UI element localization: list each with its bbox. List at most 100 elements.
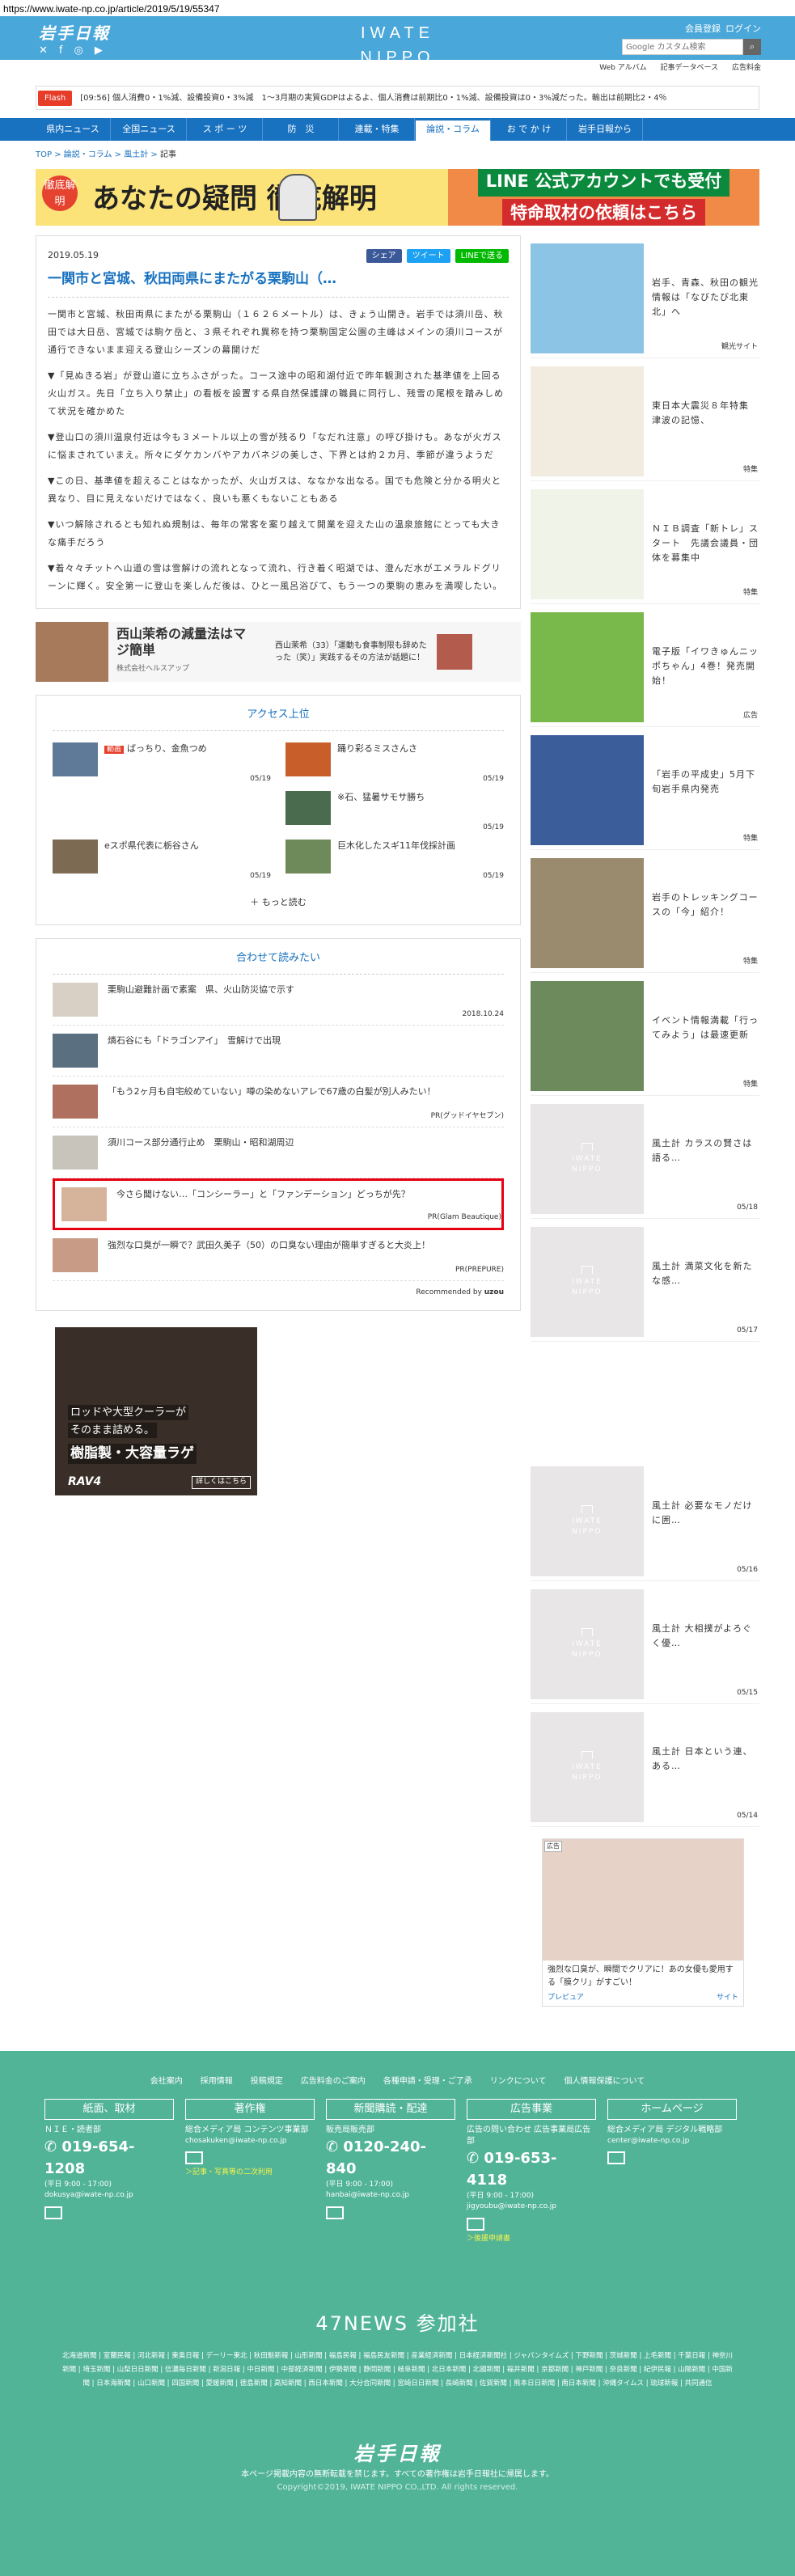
twitter-share-button[interactable]: ツイート [406,249,450,263]
promo-banner[interactable]: 徹底解明 あなたの疑問 徹底解明 LINE 公式アカウントでも受付 特命取材の依… [36,169,759,226]
list-item[interactable]: 踊り彩るミスさんさ 05/19 [285,742,504,791]
subnav-album[interactable]: Web アルバム [599,64,646,72]
thumbnail [61,1187,107,1221]
list-item[interactable]: 燐石谷にも「ドラゴンアイ」 雪解けで出現 [53,1026,504,1077]
search-button[interactable]: ⌕ [743,39,761,55]
address-bar[interactable]: https://www.iwate-np.co.jp/article/2019/… [0,0,795,16]
article-body: 一関市と宮城、秋田両県にまたがる栗駒山（１６２６メートル）は、きょう山開き。岩手… [48,306,509,595]
sidebar-item[interactable]: IWATE NIPPO 風土計 必要なモノだけに囲… 05/16 [531,1458,759,1581]
footer-link[interactable]: 採用情報 [201,2075,233,2087]
banner-request-text: 特命取材の依頼はこちら [502,198,705,226]
twitter-icon[interactable]: ✕ [39,43,48,59]
footer-logo[interactable]: 岩手日報 [0,2439,795,2468]
car-ad[interactable]: ロッドや大型クーラーが そのまま詰める。 樹脂製・大容量ラゲ RAV4 詳しくは… [55,1326,257,1495]
mail-icon[interactable] [185,2151,203,2164]
ad-site-link[interactable]: サイト [717,1993,738,2004]
footer-link[interactable]: 各種申請・受理・ご了承 [383,2075,472,2087]
list-item[interactable]: 「もう2ヶ月も自宅絞めていない」噂の染めないアレで67歳の白髪が別人みたい！ PR… [53,1077,504,1127]
ad-strip[interactable]: 西山茉希の減量法はマジ簡単 株式会社ヘルスアップ 西山茉希（33）「運動も食事制限… [36,621,521,682]
tab-disaster[interactable]: 防 災 [264,118,339,141]
phone-number[interactable]: ✆ 019-653-4118 [467,2147,596,2191]
list-item[interactable]: 巨木化したスギ11年伐採計画 05/19 [285,840,504,888]
subnav-adrates[interactable]: 広告料金 [732,64,761,72]
instagram-icon[interactable]: ◎ [74,43,82,59]
login-link[interactable]: ログイン [725,23,761,36]
line-share-button[interactable]: LINEで送る [455,249,509,263]
subnav-database[interactable]: 記事データベース [661,64,719,72]
ad-more-button[interactable]: 詳しくはこちら [191,1476,251,1489]
mail-icon[interactable] [326,2206,344,2219]
sidebar-item[interactable]: IWATE NIPPO 風土計 日本という連、ある… 05/14 [531,1704,759,1827]
powered-by[interactable]: Recommended by uzou [53,1281,504,1299]
footer-link[interactable]: 会社案内 [150,2075,183,2087]
mail-icon[interactable] [467,2217,484,2231]
access-title: アクセス上位 [53,707,504,731]
ad-sponsor[interactable]: プレピュア [548,1993,584,2004]
sidebar-item[interactable]: 岩手のトレッキングコースの「今」紹介！ 特集 [531,850,759,973]
sidebar-item[interactable]: 東日本大震災８年特集 津波の記憶、 特集 [531,358,759,481]
crumb-editorial[interactable]: 論説・コラム [64,150,112,159]
facebook-icon[interactable]: f [59,43,63,59]
footer-link[interactable]: 個人情報保護について [565,2075,645,2087]
flash-news[interactable]: Flash [09:56] 個人消費0・1%減、設備投資0・3%減 1～3月期の… [36,86,759,110]
sponsorship-link[interactable]: ＞後援申請書 [467,2234,596,2245]
contact-email[interactable]: dokusya@iwate-np.co.jp [44,2190,174,2202]
highlighted-list-item[interactable]: 今さら聞けない…「コンシーラー」と「ファンデーション」どっちが先？ PR(Glam… [53,1178,504,1230]
more-button[interactable]: ＋ もっと読む [53,888,504,913]
footer-link[interactable]: リンクについて [490,2075,547,2087]
tab-outing[interactable]: お で か け [492,118,567,141]
footer-links: 会社案内 採用情報 投稿規定 広告料金のご案内 各種申請・受理・ご了承 リンクに… [0,2075,795,2087]
ad-line: ロッドや大型クーラーが [68,1404,189,1420]
register-link[interactable]: 会員登録 [685,23,721,36]
list-item[interactable]: ※石、猛暑サモサ勝ち 05/19 [285,791,504,840]
tab-editorial[interactable]: 論説・コラム [416,118,491,141]
search-input[interactable] [622,39,743,55]
phone-number[interactable]: ✆ 0120-240-840 [326,2136,455,2180]
placeholder-image: IWATE NIPPO [531,1466,644,1576]
youtube-icon[interactable]: ▶ [95,43,103,59]
footer-link[interactable]: 広告料金のご案内 [301,2075,366,2087]
sidebar-tag: 広告 [742,711,758,720]
sidebar-item[interactable]: 岩手、青森、秋田の観光情報は「なびたび北東北」へ 観光サイト [531,235,759,358]
sidebar-tag: 05/15 [737,1688,758,1697]
contact-email[interactable]: hanbai@iwate-np.co.jp [326,2190,455,2202]
list-item[interactable]: 強烈な口臭が一瞬で？武田久美子（50）の口臭ない理由が簡単すぎると大炎上！ PR(… [53,1230,504,1281]
tab-local-news[interactable]: 県内ニュース [36,118,111,141]
contact-email[interactable]: jigyoubu@iwate-np.co.jp [467,2202,596,2213]
crumb-fudokei[interactable]: 風土計 [124,150,148,159]
tab-national-news[interactable]: 全国ニュース [112,118,187,141]
contact-column: 新聞購読・配達 販売局販売部 ✆ 0120-240-840 (平日 9:00 -… [326,2099,455,2244]
mail-icon[interactable] [607,2151,625,2164]
sidebar-item[interactable]: IWATE NIPPO 風土計 大相撲がよろぐく優… 05/15 [531,1581,759,1704]
sidebar-item[interactable]: 電子版「イワきゅんニッポちゃん」4巻！発売開始！ 広告 [531,604,759,727]
facebook-share-button[interactable]: シェア [366,249,402,263]
tab-from-nippo[interactable]: 岩手日報から [568,118,643,141]
tab-series[interactable]: 連載・特集 [340,118,415,141]
tab-sports[interactable]: ス ポ ー ツ [188,118,263,141]
sidebar-item[interactable]: ＮＩＢ調査「新トレ」スタート 先議会議員・団体を募集中 特集 [531,481,759,604]
brand[interactable]: IWATE NIPPO 2019.05.20. 月 [327,21,468,80]
list-item[interactable]: 動画 ばっちり、金魚つめ 05/19 [53,742,271,791]
site-footer: 会社案内 採用情報 投稿規定 広告料金のご案内 各種申請・受理・ご了承 リンクに… [0,2051,795,2576]
list-item[interactable]: 須川コース部分通行止め 栗駒山・昭和湖周辺 [53,1127,504,1178]
sidebar-ad[interactable]: 広告 強烈な口臭が、瞬間でクリアに！あの女優も愛用する「膜クリ」がすごい！ プレ… [542,1838,744,2007]
sidebar-item[interactable]: イベント情報満載「行ってみよう」は最速更新 特集 [531,973,759,1096]
sidebar-item[interactable]: IWATE NIPPO 風土計 満菜文化を新たな感… 05/17 [531,1219,759,1342]
sidebar-tag: 特集 [742,834,758,843]
crumb-top[interactable]: TOP [36,150,52,159]
site-logo[interactable]: 岩手日報 [39,21,110,45]
thumbnail [53,1136,98,1170]
news47-list[interactable]: 北海道新聞 | 室蘭民報 | 河北新報 | 東奥日報 | デーリー東北 | 秋田… [62,2350,734,2391]
content-columns: 2019.05.19 シェア ツイート LINEで送る 一関市と宮城、秋田両県に… [0,235,795,2007]
ad-label: 広告 [544,1841,562,1852]
mail-icon[interactable] [44,2206,62,2219]
sidebar-item[interactable]: 「岩手の平成史」5月下旬岩手県内発売 特集 [531,727,759,850]
contact-email[interactable]: chosakuken@iwate-np.co.jp [185,2136,315,2147]
phone-number[interactable]: ✆ 019-654-1208 [44,2136,174,2180]
secondary-use-link[interactable]: ＞記事・写真等の二次利用 [185,2168,315,2179]
sidebar-item[interactable]: IWATE NIPPO 風土計 カラスの賢さは語る… 05/18 [531,1096,759,1219]
list-item[interactable]: 栗駒山避難計画で素案 県、火山防災協で示す 2018.10.24 [53,975,504,1026]
list-item[interactable]: eスポ県代表に栃谷さん 05/19 [53,840,271,888]
footer-link[interactable]: 投稿規定 [251,2075,283,2087]
contact-email[interactable]: center@iwate-np.co.jp [607,2136,737,2147]
